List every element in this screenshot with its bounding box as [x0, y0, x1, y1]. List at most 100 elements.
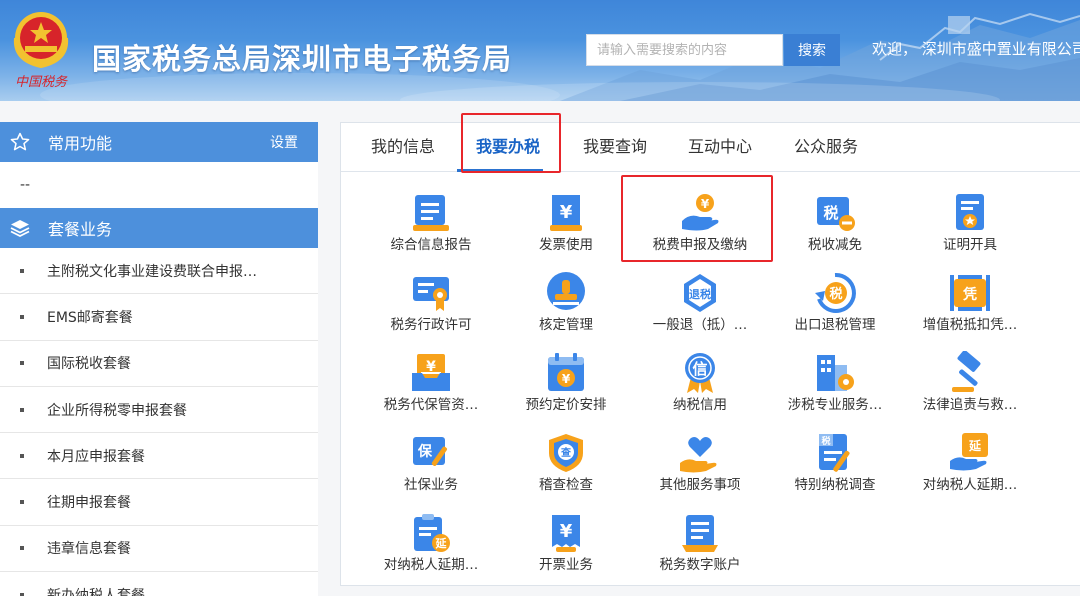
function-tile[interactable]: ¥ 税费申报及缴纳 — [633, 173, 767, 253]
svg-text:延: 延 — [435, 536, 448, 550]
settings-link[interactable]: 设置 — [270, 132, 298, 152]
sidebar-package-label: 企业所得税零申报套餐 — [47, 402, 187, 419]
function-tile[interactable]: ¥ 税务代保管资… — [364, 333, 498, 413]
function-tile[interactable]: 税务行政许可 — [364, 253, 498, 333]
function-tile[interactable]: 综合信息报告 — [364, 173, 498, 253]
welcome-user-text: 欢迎， 深圳市盛中置业有限公司 — [872, 40, 1080, 58]
sidebar-package-label: 本月应申报套餐 — [47, 448, 145, 465]
function-tile[interactable]: ¥ 预约定价安排 — [499, 333, 633, 413]
social-security-icon: 保 — [409, 431, 453, 475]
tax-minus-icon: 税 — [813, 191, 857, 235]
sidebar-package-item[interactable]: 本月应申报套餐 — [0, 433, 318, 480]
function-label: 综合信息报告 — [390, 237, 472, 253]
site-title: 国家税务总局深圳市电子税务局 — [92, 42, 513, 76]
function-label: 社保业务 — [404, 477, 458, 493]
function-label: 出口退税管理 — [794, 317, 876, 333]
function-tile[interactable]: 法律追责与救… — [903, 333, 1037, 413]
function-tile[interactable]: 保社保业务 — [364, 413, 498, 493]
bullet-icon — [20, 546, 24, 551]
tab-highlight-box — [461, 113, 561, 173]
layers-icon — [10, 218, 30, 238]
sidebar-package-label: 国际税收套餐 — [47, 356, 131, 373]
svg-text:凭: 凭 — [962, 286, 977, 303]
search-input[interactable] — [586, 34, 783, 66]
sidebar-package-item[interactable]: EMS邮寄套餐 — [0, 294, 318, 341]
function-tile[interactable]: 延对纳税人延期… — [903, 413, 1037, 493]
function-label: 涉税专业服务… — [787, 397, 883, 413]
hand-coin-icon: ¥ — [678, 191, 722, 235]
tab-interaction-center[interactable]: 互动中心 — [688, 123, 752, 171]
svg-text:税: 税 — [821, 435, 830, 447]
function-tile[interactable]: 退税 一般退（抵）… — [633, 253, 767, 333]
sidebar-package-label: EMS邮寄套餐 — [47, 309, 133, 326]
function-tile[interactable]: 信纳税信用 — [633, 333, 767, 413]
tab-my-info[interactable]: 我的信息 — [371, 123, 435, 171]
function-tile[interactable]: 税务数字账户 — [633, 493, 767, 573]
function-label: 证明开具 — [943, 237, 997, 253]
sidebar-package-label: 主附税文化事业建设费联合申报… — [47, 263, 257, 280]
sidebar-package-item[interactable]: 新办纳税人套餐 — [0, 572, 318, 596]
sidebar-package-item[interactable]: 违章信息套餐 — [0, 526, 318, 573]
refund-shield-icon: 退税 — [678, 271, 722, 315]
tab-public-service[interactable]: 公众服务 — [794, 123, 858, 171]
function-tile[interactable]: 涉税专业服务… — [768, 333, 902, 413]
bullet-icon — [20, 268, 24, 273]
function-tile[interactable]: 凭增值税抵扣凭… — [903, 253, 1037, 333]
function-tile[interactable]: 核定管理 — [499, 253, 633, 333]
sidebar-package-item[interactable]: 企业所得税零申报套餐 — [0, 387, 318, 434]
invoice-icon: ¥ — [544, 191, 588, 235]
sidebar-package-item[interactable]: 主附税文化事业建设费联合申报… — [0, 248, 318, 295]
svg-text:退税: 退税 — [689, 287, 711, 301]
function-label: 法律追责与救… — [922, 397, 1018, 413]
sidebar-package-label: 往期申报套餐 — [47, 495, 131, 512]
extension-clipboard-icon: 延 — [409, 511, 453, 555]
function-tile[interactable]: ¥ 开票业务 — [499, 493, 633, 573]
stamp-icon — [544, 271, 588, 315]
svg-text:保: 保 — [417, 443, 433, 460]
package-list: 主附税文化事业建设费联合申报… EMS邮寄套餐 国际税收套餐企业所得税零申报套餐 本月… — [0, 248, 318, 596]
bullet-icon — [20, 407, 24, 412]
issue-invoice-icon: ¥ — [544, 511, 588, 555]
sidebar-package-label: 新办纳税人套餐 — [47, 587, 145, 596]
search-button[interactable]: 搜索 — [784, 34, 840, 66]
function-label: 增值税抵扣凭… — [922, 317, 1018, 333]
function-tile[interactable]: 其他服务事项 — [633, 413, 767, 493]
function-label: 税费申报及缴纳 — [652, 237, 748, 253]
tab-query[interactable]: 我要查询 — [583, 123, 647, 171]
svg-text:税: 税 — [823, 204, 838, 222]
svg-text:¥: ¥ — [560, 521, 573, 542]
function-label: 对纳税人延期… — [383, 557, 479, 573]
function-tile[interactable]: 证明开具 — [903, 173, 1037, 253]
package-business-title: 套餐业务 — [48, 220, 113, 239]
extension-hand-icon: 延 — [948, 431, 992, 475]
common-functions-title: 常用功能 — [48, 134, 113, 153]
svg-text:¥: ¥ — [562, 372, 571, 386]
sidebar-package-item[interactable]: 国际税收套餐 — [0, 341, 318, 387]
function-label: 其他服务事项 — [659, 477, 741, 493]
function-tile[interactable]: 税税收减免 — [768, 173, 902, 253]
function-tile[interactable]: 查稽查检查 — [499, 413, 633, 493]
common-functions-header: 常用功能 设置 — [0, 122, 318, 162]
header-banner: 中国税务 国家税务总局深圳市电子税务局 搜索 欢迎， 深圳市盛中置业有限公司 — [0, 0, 1080, 101]
bullet-icon — [20, 500, 24, 505]
function-label: 稽查检查 — [539, 477, 593, 493]
report-icon — [409, 191, 453, 235]
svg-text:查: 查 — [560, 446, 572, 459]
calendar-coin-icon: ¥ — [544, 351, 588, 395]
common-functions-empty: -- — [20, 177, 31, 193]
function-tile[interactable]: 延对纳税人延期… — [364, 493, 498, 573]
svg-text:税: 税 — [829, 286, 842, 302]
main-panel: 我的信息 我要办税 我要查询 互动中心 公众服务 综合信息报告 ¥ 发票使用 ¥ 税费申… — [340, 113, 1080, 586]
function-label: 纳税信用 — [673, 397, 727, 413]
certificate-icon — [948, 191, 992, 235]
svg-text:信: 信 — [692, 360, 707, 378]
function-tile[interactable]: 税出口退税管理 — [768, 253, 902, 333]
function-label: 税务代保管资… — [383, 397, 479, 413]
voucher-icon: 凭 — [948, 271, 992, 315]
sidebar-package-item[interactable]: 往期申报套餐 — [0, 479, 318, 526]
function-label: 开票业务 — [539, 557, 593, 573]
heart-hand-icon — [678, 431, 722, 475]
function-tile[interactable]: 税特别纳税调查 — [768, 413, 902, 493]
license-icon — [409, 271, 453, 315]
function-tile[interactable]: ¥ 发票使用 — [499, 173, 633, 253]
